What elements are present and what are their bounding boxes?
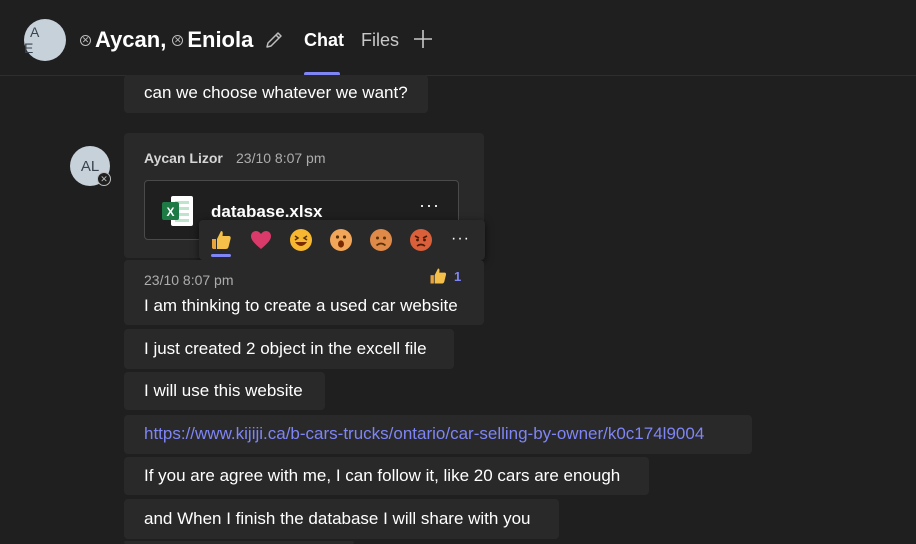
file-more-options-icon[interactable]: ··· <box>419 195 440 216</box>
tab-chat[interactable]: Chat <box>304 30 344 51</box>
message-timestamp: 23/10 8:07 pm <box>144 272 234 288</box>
message-text: If you are agree with me, I can follow i… <box>144 466 621 485</box>
group-avatar[interactable]: A E <box>24 19 66 61</box>
message-text: I just created 2 object in the excell fi… <box>144 339 427 358</box>
participant-name: Aycan, <box>95 27 167 52</box>
selected-reaction-indicator <box>211 254 231 257</box>
message-text: and When I finish the database I will sh… <box>144 509 531 528</box>
message-bubble[interactable]: If you are agree with me, I can follow i… <box>124 457 649 495</box>
svg-text:X: X <box>166 205 174 219</box>
message-bubble[interactable]: I just created 2 object in the excell fi… <box>124 329 454 369</box>
reaction-summary[interactable]: 1 <box>428 266 461 286</box>
message-bubble[interactable]: https://www.kijiji.ca/b-cars-trucks/onta… <box>124 415 752 454</box>
chat-title: ✕ Aycan, ✕ Eniola <box>80 22 285 58</box>
message-bubble[interactable]: and When I finish the database I will sh… <box>124 499 559 539</box>
excel-file-icon: X <box>162 196 193 226</box>
message-link[interactable]: https://www.kijiji.ca/b-cars-trucks/onta… <box>144 424 704 444</box>
participant-name: Eniola <box>187 27 254 52</box>
status-offline-icon: ✕ <box>97 172 111 186</box>
message-timestamp: 23/10 8:07 pm <box>236 150 326 166</box>
sender-name: Aycan Lizor <box>144 150 223 166</box>
like-icon <box>430 268 447 284</box>
message-text: I am thinking to create a used car websi… <box>144 296 458 315</box>
file-name: database.xlsx <box>211 202 323 221</box>
add-tab-icon[interactable] <box>413 29 433 49</box>
message-bubble[interactable]: can we choose whatever we want? <box>124 75 428 113</box>
edit-name-icon[interactable] <box>263 29 285 51</box>
more-reactions-icon[interactable]: ··· <box>451 230 470 248</box>
message-text: can we choose whatever we want? <box>144 83 408 102</box>
like-reaction-icon[interactable] <box>209 228 233 252</box>
tab-files[interactable]: Files <box>361 30 399 51</box>
remove-participant-icon[interactable]: ✕ <box>172 34 184 46</box>
reaction-bar: ··· <box>199 220 485 260</box>
message-bubble[interactable]: I will use this website <box>124 372 325 410</box>
sad-reaction-icon[interactable] <box>369 228 393 252</box>
laugh-reaction-icon[interactable] <box>289 228 313 252</box>
angry-reaction-icon[interactable] <box>409 228 433 252</box>
chat-header: A E ✕ Aycan, ✕ Eniola Chat Files <box>0 0 916 76</box>
heart-reaction-icon[interactable] <box>249 228 273 252</box>
remove-participant-icon[interactable]: ✕ <box>80 34 91 46</box>
message-text: I will use this website <box>144 381 303 400</box>
like-count: 1 <box>454 268 462 284</box>
surprised-reaction-icon[interactable] <box>329 228 353 252</box>
